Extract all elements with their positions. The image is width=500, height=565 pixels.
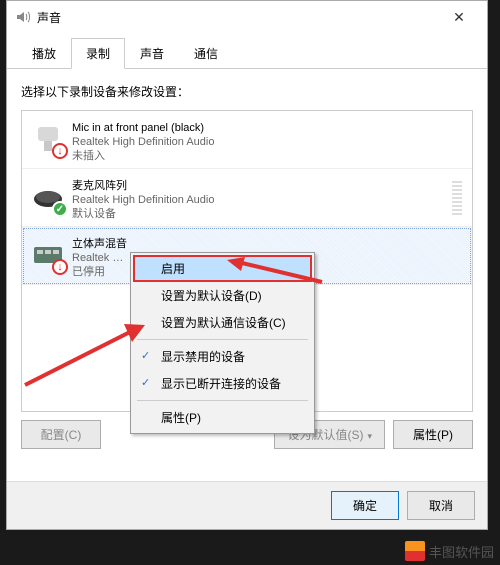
dialog-button-bar: 确定 取消 bbox=[7, 481, 487, 529]
speaker-icon bbox=[15, 9, 31, 25]
context-menu: 启用 设置为默认设备(D) 设置为默认通信设备(C) ✓ 显示禁用的设备 ✓ 显… bbox=[130, 252, 315, 434]
device-status: 已停用 bbox=[72, 265, 127, 279]
mic-jack-icon: ↓ bbox=[30, 121, 66, 157]
tab-sounds[interactable]: 声音 bbox=[125, 38, 179, 69]
tab-strip: 播放 录制 声音 通信 bbox=[7, 33, 487, 69]
watermark-logo-icon bbox=[405, 541, 425, 561]
tab-recording[interactable]: 录制 bbox=[71, 38, 125, 69]
device-text: Mic in at front panel (black) Realtek Hi… bbox=[72, 121, 214, 158]
ctx-set-default-comm[interactable]: 设置为默认通信设备(C) bbox=[133, 309, 312, 336]
check-badge-icon: ✓ bbox=[52, 201, 68, 217]
check-icon: ✓ bbox=[141, 376, 150, 389]
close-button[interactable]: ✕ bbox=[439, 3, 479, 31]
device-status: 默认设备 bbox=[72, 207, 214, 221]
tab-playback[interactable]: 播放 bbox=[17, 38, 71, 69]
mic-array-icon: ✓ bbox=[30, 179, 66, 215]
properties-button[interactable]: 属性(P) bbox=[393, 420, 473, 449]
device-item[interactable]: ✓ 麦克风阵列 Realtek High Definition Audio 默认… bbox=[22, 169, 472, 227]
ctx-set-default[interactable]: 设置为默认设备(D) bbox=[133, 282, 312, 309]
separator bbox=[137, 400, 308, 401]
down-arrow-badge-icon: ↓ bbox=[52, 259, 68, 275]
device-name: 麦克风阵列 bbox=[72, 179, 214, 193]
instruction-text: 选择以下录制设备来修改设置： bbox=[21, 83, 473, 100]
ctx-properties[interactable]: 属性(P) bbox=[133, 404, 312, 431]
level-meter-icon bbox=[452, 179, 462, 215]
device-name: 立体声混音 bbox=[72, 237, 127, 251]
tab-communications[interactable]: 通信 bbox=[179, 38, 233, 69]
ok-button[interactable]: 确定 bbox=[331, 491, 399, 520]
device-text: 麦克风阵列 Realtek High Definition Audio 默认设备 bbox=[72, 179, 214, 216]
watermark: 丰图软件园 bbox=[405, 541, 494, 561]
check-icon: ✓ bbox=[141, 349, 150, 362]
device-sub: Realtek High Definition Audio bbox=[72, 193, 214, 207]
window-title: 声音 bbox=[37, 9, 439, 26]
ctx-enable[interactable]: 启用 bbox=[133, 255, 312, 282]
ctx-show-disabled-label: 显示禁用的设备 bbox=[161, 350, 245, 364]
separator bbox=[137, 339, 308, 340]
ctx-show-disconnected[interactable]: ✓ 显示已断开连接的设备 bbox=[133, 370, 312, 397]
down-arrow-badge-icon: ↓ bbox=[52, 143, 68, 159]
device-sub: Realtek High Definition Audio bbox=[72, 135, 214, 149]
ctx-show-disconnected-label: 显示已断开连接的设备 bbox=[161, 377, 281, 391]
device-item[interactable]: ↓ Mic in at front panel (black) Realtek … bbox=[22, 111, 472, 169]
configure-button[interactable]: 配置(C) bbox=[21, 420, 101, 449]
stereo-mix-icon: ↓ bbox=[30, 237, 66, 273]
ctx-show-disabled[interactable]: ✓ 显示禁用的设备 bbox=[133, 343, 312, 370]
watermark-text: 丰图软件园 bbox=[429, 542, 494, 561]
device-name: Mic in at front panel (black) bbox=[72, 121, 214, 135]
cancel-button[interactable]: 取消 bbox=[407, 491, 475, 520]
device-status: 未插入 bbox=[72, 149, 214, 163]
titlebar: 声音 ✕ bbox=[7, 1, 487, 33]
device-text: 立体声混音 Realtek … 已停用 bbox=[72, 237, 127, 274]
device-sub: Realtek … bbox=[72, 251, 127, 265]
chevron-down-icon: ▾ bbox=[367, 431, 372, 441]
